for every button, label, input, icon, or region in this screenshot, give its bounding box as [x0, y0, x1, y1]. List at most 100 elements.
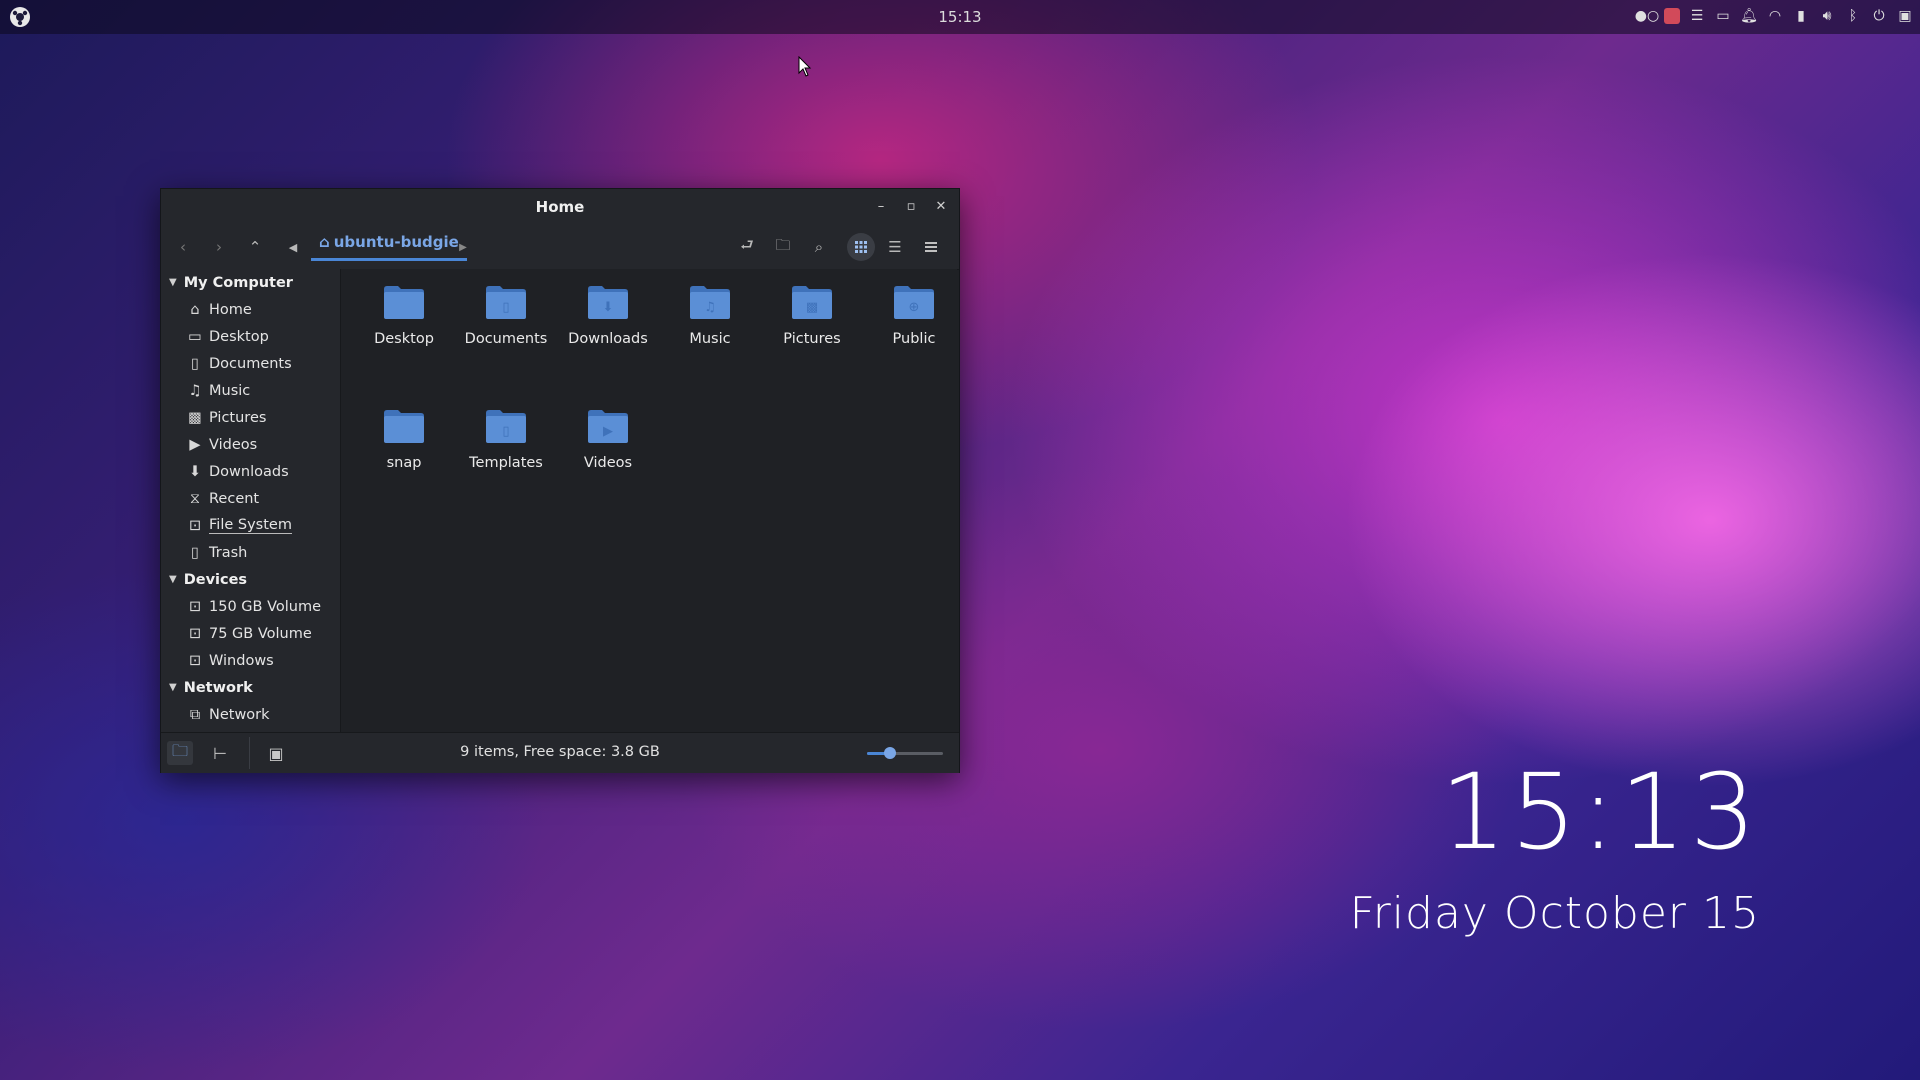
file-item-desktop[interactable]: Desktop: [356, 283, 452, 347]
folder-icon: [382, 283, 426, 321]
file-item-templates[interactable]: ▯ Templates: [458, 407, 554, 471]
file-name: snap: [386, 455, 422, 471]
sidebar-item-label: Downloads: [209, 463, 289, 480]
file-item-downloads[interactable]: ⬇ Downloads: [560, 283, 656, 347]
file-item-public[interactable]: ⊕ Public: [866, 283, 962, 347]
file-name: Documents: [464, 331, 548, 347]
file-view: Desktop ▯ Documents ⬇ Downloads ♫ Music ▩ Pictur…: [341, 269, 957, 732]
svg-text:▩: ▩: [806, 300, 818, 315]
file-name: Desktop: [374, 331, 434, 347]
zoom-slider-handle[interactable]: [883, 747, 896, 759]
raven-sidebar-icon[interactable]: ▣: [1896, 6, 1914, 26]
sidebar-section-header[interactable]: ▼ Devices: [161, 566, 340, 593]
sidebar-item-label: 150 GB Volume: [209, 598, 322, 615]
file-name: Music: [689, 331, 731, 347]
file-item-documents[interactable]: ▯ Documents: [458, 283, 554, 347]
sidebar-item-label: Documents: [209, 355, 292, 372]
recent-icon: ⧖: [189, 490, 201, 507]
back-button[interactable]: ‹: [171, 235, 195, 259]
home-icon: ⌂: [319, 233, 330, 251]
sidebar-section-header[interactable]: ▼ My Computer: [161, 269, 340, 296]
sidebar-item-home[interactable]: ⌂ Home: [161, 296, 340, 323]
compact-view-icon[interactable]: [919, 235, 943, 259]
breadcrumb-label: ubuntu-budgie: [333, 233, 459, 251]
file-item-snap[interactable]: snap: [356, 407, 452, 471]
file-name: Public: [892, 331, 936, 347]
desktop-clock-date: Friday October 15: [1349, 888, 1760, 939]
icon-view-button[interactable]: [847, 233, 875, 261]
sidebar-item-documents[interactable]: ▯ Documents: [161, 350, 340, 377]
new-folder-icon[interactable]: 🗀︎: [771, 235, 795, 259]
sidebar-item-label: Recent: [209, 490, 260, 507]
sidebar-item-pictures[interactable]: ▩ Pictures: [161, 404, 340, 431]
volume-icon[interactable]: 🔊︎: [1818, 6, 1836, 26]
toolbar: ‹ › ⌃ ◀ ⌂ ubuntu-budgie ▶ ⮐ 🗀︎ ⌕ ☰: [161, 225, 959, 270]
sidebar-item-music[interactable]: ♫ Music: [161, 377, 340, 404]
folder-icon[interactable]: ▭: [1714, 6, 1732, 26]
toggle-location-icon[interactable]: ⮐: [735, 235, 759, 259]
list-view-icon[interactable]: ☰: [883, 235, 907, 259]
svg-text:⬇: ⬇: [603, 300, 614, 315]
wifi-icon[interactable]: ◠: [1766, 6, 1784, 26]
folder-icon: ⊕: [892, 283, 936, 321]
file-item-music[interactable]: ♫ Music: [662, 283, 758, 347]
zoom-slider[interactable]: [867, 747, 943, 759]
breadcrumb-left-arrow[interactable]: ◀: [281, 235, 305, 259]
sidebar-item-trash[interactable]: ▯ Trash: [161, 539, 340, 566]
sidebar-item-150-gb-volume[interactable]: ⊡ 150 GB Volume: [161, 593, 340, 620]
sidebar-section-header[interactable]: ▼ Network: [161, 674, 340, 701]
minimize-button[interactable]: –: [873, 197, 889, 215]
sidebar-item-label: File System: [209, 517, 292, 534]
power-icon[interactable]: ⏻: [1870, 6, 1888, 26]
up-button[interactable]: ⌃: [243, 235, 267, 259]
forward-button[interactable]: ›: [207, 235, 231, 259]
folder-icon: ▶: [586, 407, 630, 445]
folder-icon: ♫: [688, 283, 732, 321]
panel-clock[interactable]: 15:13: [0, 8, 1920, 26]
notification-icon[interactable]: 🔔︎: [1740, 6, 1758, 26]
drive-icon: ⊡: [188, 625, 202, 642]
status-bar: 🗀︎ ⊢ ▣ 9 items, Free space: 3.8 GB: [161, 732, 959, 773]
close-button[interactable]: ✕: [933, 197, 949, 215]
status-text: 9 items, Free space: 3.8 GB: [460, 744, 660, 760]
window-titlebar[interactable]: Home – ▫ ✕: [161, 189, 959, 225]
sidebar-item-file-system[interactable]: ⊡ File System: [161, 512, 340, 539]
maximize-button[interactable]: ▫: [903, 197, 919, 215]
menu-icon[interactable]: ☰: [1688, 6, 1706, 26]
svg-text:▯: ▯: [502, 424, 509, 439]
sidebar-item-desktop[interactable]: ▭ Desktop: [161, 323, 340, 350]
mouse-cursor-icon: [798, 56, 812, 77]
sidebar-item-label: Desktop: [209, 328, 269, 345]
expander-icon[interactable]: ▼: [169, 277, 177, 288]
sidebar-item-75-gb-volume[interactable]: ⊡ 75 GB Volume: [161, 620, 340, 647]
expander-icon[interactable]: ▼: [169, 682, 177, 693]
search-icon[interactable]: ⌕: [807, 235, 831, 259]
breadcrumb-right-arrow[interactable]: ▶: [451, 235, 475, 259]
video-icon: ▶: [189, 436, 201, 453]
file-item-pictures[interactable]: ▩ Pictures: [764, 283, 860, 347]
desktop-clock-time: 15:13: [1440, 751, 1760, 873]
file-name: Videos: [583, 455, 633, 471]
desktop-icon: ▭: [188, 328, 202, 345]
sidebar-item-label: Trash: [209, 544, 248, 561]
file-item-videos[interactable]: ▶ Videos: [560, 407, 656, 471]
screen-recorder-icon[interactable]: [1664, 8, 1680, 24]
trash-icon: ▯: [191, 544, 199, 561]
music-icon: ♫: [188, 382, 202, 399]
budgie-menu-icon[interactable]: [8, 5, 32, 29]
sidebar-section-label: My Computer: [183, 274, 293, 291]
document-icon: ▯: [191, 355, 199, 372]
sidebar-item-downloads[interactable]: ⬇ Downloads: [161, 458, 340, 485]
battery-icon[interactable]: ▮: [1792, 6, 1810, 26]
sidebar-item-label: Videos: [209, 436, 258, 453]
bluetooth-icon[interactable]: ᛒ: [1844, 6, 1862, 26]
breadcrumb-home[interactable]: ⌂ ubuntu-budgie: [311, 233, 467, 261]
expander-icon[interactable]: ▼: [169, 574, 177, 585]
sidebar-item-network[interactable]: ⧉ Network: [161, 701, 340, 728]
sidebar-item-videos[interactable]: ▶ Videos: [161, 431, 340, 458]
workspace-indicator-icon[interactable]: ●○: [1635, 6, 1659, 26]
grid-icon: [855, 241, 867, 253]
svg-text:⊕: ⊕: [909, 300, 920, 315]
sidebar-item-recent[interactable]: ⧖ Recent: [161, 485, 340, 512]
sidebar-item-windows[interactable]: ⊡ Windows: [161, 647, 340, 674]
